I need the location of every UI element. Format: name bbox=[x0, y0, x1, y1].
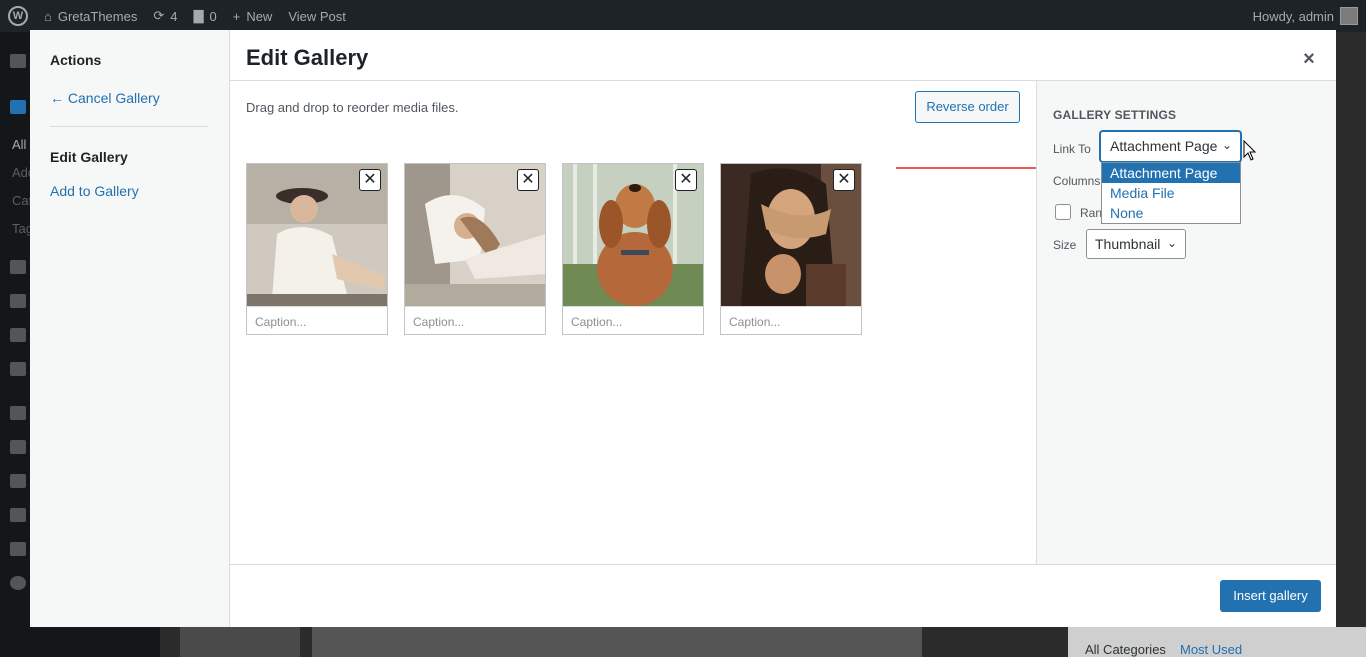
caption-field[interactable]: Caption... bbox=[247, 306, 387, 334]
random-order-checkbox[interactable] bbox=[1055, 204, 1071, 220]
wordpress-logo-icon: W bbox=[8, 6, 28, 26]
toolbar-separator bbox=[230, 564, 1336, 565]
comments-icon bbox=[10, 328, 26, 342]
comment-icon: ▇ bbox=[193, 8, 204, 23]
plus-icon: + bbox=[232, 8, 241, 24]
cancel-gallery-link[interactable]: ← Cancel Gallery bbox=[50, 90, 160, 106]
chevron-down-icon: ⌄ bbox=[1166, 236, 1177, 250]
caption-field[interactable]: Caption... bbox=[563, 306, 703, 334]
gallery-attachment[interactable]: Caption... ✕ bbox=[246, 163, 388, 335]
caption-field[interactable]: Caption... bbox=[721, 306, 861, 334]
menu-item-edit-gallery[interactable]: Edit Gallery bbox=[50, 149, 128, 165]
dashboard-icon bbox=[10, 54, 26, 68]
remove-icon[interactable]: ✕ bbox=[517, 169, 539, 191]
gallery-attachment[interactable]: Caption... ✕ bbox=[404, 163, 546, 335]
tools-icon bbox=[10, 508, 26, 522]
media-menu: Actions ← Cancel Gallery Edit Gallery Ad… bbox=[30, 30, 230, 627]
refresh-icon: ⟳ bbox=[153, 8, 165, 23]
new-content-link[interactable]: + New bbox=[225, 0, 281, 32]
updates-link[interactable]: ⟳ 4 bbox=[145, 0, 185, 32]
appearance-icon bbox=[10, 406, 26, 420]
remove-icon[interactable]: ✕ bbox=[359, 169, 381, 191]
link-to-options-list: Attachment Page Media File None bbox=[1101, 162, 1241, 224]
collapse-icon bbox=[10, 576, 26, 590]
remove-icon[interactable]: ✕ bbox=[833, 169, 855, 191]
caption-field[interactable]: Caption... bbox=[405, 306, 545, 334]
modal-title: Edit Gallery bbox=[246, 45, 369, 70]
home-icon: ⌂ bbox=[44, 8, 52, 24]
mail-icon bbox=[10, 362, 26, 376]
link-to-label: Link To bbox=[1053, 142, 1091, 156]
mouse-cursor-icon bbox=[1243, 140, 1257, 161]
menu-separator bbox=[50, 126, 208, 127]
link-to-select[interactable]: Attachment Page ⌄ bbox=[1100, 131, 1241, 162]
instructions-text: Drag and drop to reorder media files. bbox=[246, 100, 459, 115]
settings-icon bbox=[10, 542, 26, 556]
random-order-label: Ran bbox=[1080, 206, 1103, 220]
users-icon bbox=[10, 474, 26, 488]
site-name-link[interactable]: ⌂ GretaThemes bbox=[36, 0, 145, 32]
pages-icon bbox=[10, 294, 26, 308]
background-image bbox=[312, 627, 922, 657]
option-attachment-page[interactable]: Attachment Page bbox=[1102, 163, 1240, 183]
gallery-attachment[interactable]: Caption... ✕ bbox=[720, 163, 862, 335]
option-none[interactable]: None bbox=[1102, 203, 1240, 223]
wp-logo-menu[interactable]: W bbox=[0, 0, 36, 32]
option-media-file[interactable]: Media File bbox=[1102, 183, 1240, 203]
gallery-attachment[interactable]: Caption... ✕ bbox=[562, 163, 704, 335]
tab-all-categories[interactable]: All Categories bbox=[1085, 642, 1166, 657]
size-label: Size bbox=[1053, 238, 1077, 252]
size-value: Thumbnail bbox=[1095, 236, 1161, 252]
tab-most-used[interactable]: Most Used bbox=[1180, 642, 1242, 657]
chevron-down-icon: ⌄ bbox=[1221, 138, 1232, 152]
insert-gallery-button[interactable]: Insert gallery bbox=[1220, 580, 1321, 612]
view-post-link[interactable]: View Post bbox=[280, 0, 354, 32]
media-icon bbox=[10, 260, 26, 274]
menu-item-all: All bbox=[12, 137, 27, 152]
plugins-icon bbox=[10, 440, 26, 454]
close-icon[interactable]: × bbox=[1296, 46, 1322, 72]
reverse-order-button[interactable]: Reverse order bbox=[915, 91, 1020, 123]
menu-heading: Actions bbox=[50, 52, 102, 68]
admin-bar: W ⌂ GretaThemes ⟳ 4 ▇ 0 + New View Post … bbox=[0, 0, 1366, 32]
remove-icon[interactable]: ✕ bbox=[675, 169, 697, 191]
add-to-gallery-link[interactable]: Add to Gallery bbox=[50, 183, 139, 199]
my-account[interactable]: Howdy, admin bbox=[1253, 7, 1366, 25]
pin-icon bbox=[10, 100, 26, 114]
media-modal: Actions ← Cancel Gallery Edit Gallery Ad… bbox=[30, 30, 1336, 627]
background-panel bbox=[180, 627, 300, 657]
size-select[interactable]: Thumbnail ⌄ bbox=[1086, 229, 1186, 259]
columns-label: Columns bbox=[1053, 174, 1101, 188]
settings-title: GALLERY SETTINGS bbox=[1053, 108, 1177, 122]
category-tabs: All Categories Most Used bbox=[1068, 627, 1366, 657]
avatar bbox=[1340, 7, 1358, 25]
comments-link[interactable]: ▇ 0 bbox=[185, 0, 224, 32]
link-to-value: Attachment Page bbox=[1110, 138, 1218, 154]
